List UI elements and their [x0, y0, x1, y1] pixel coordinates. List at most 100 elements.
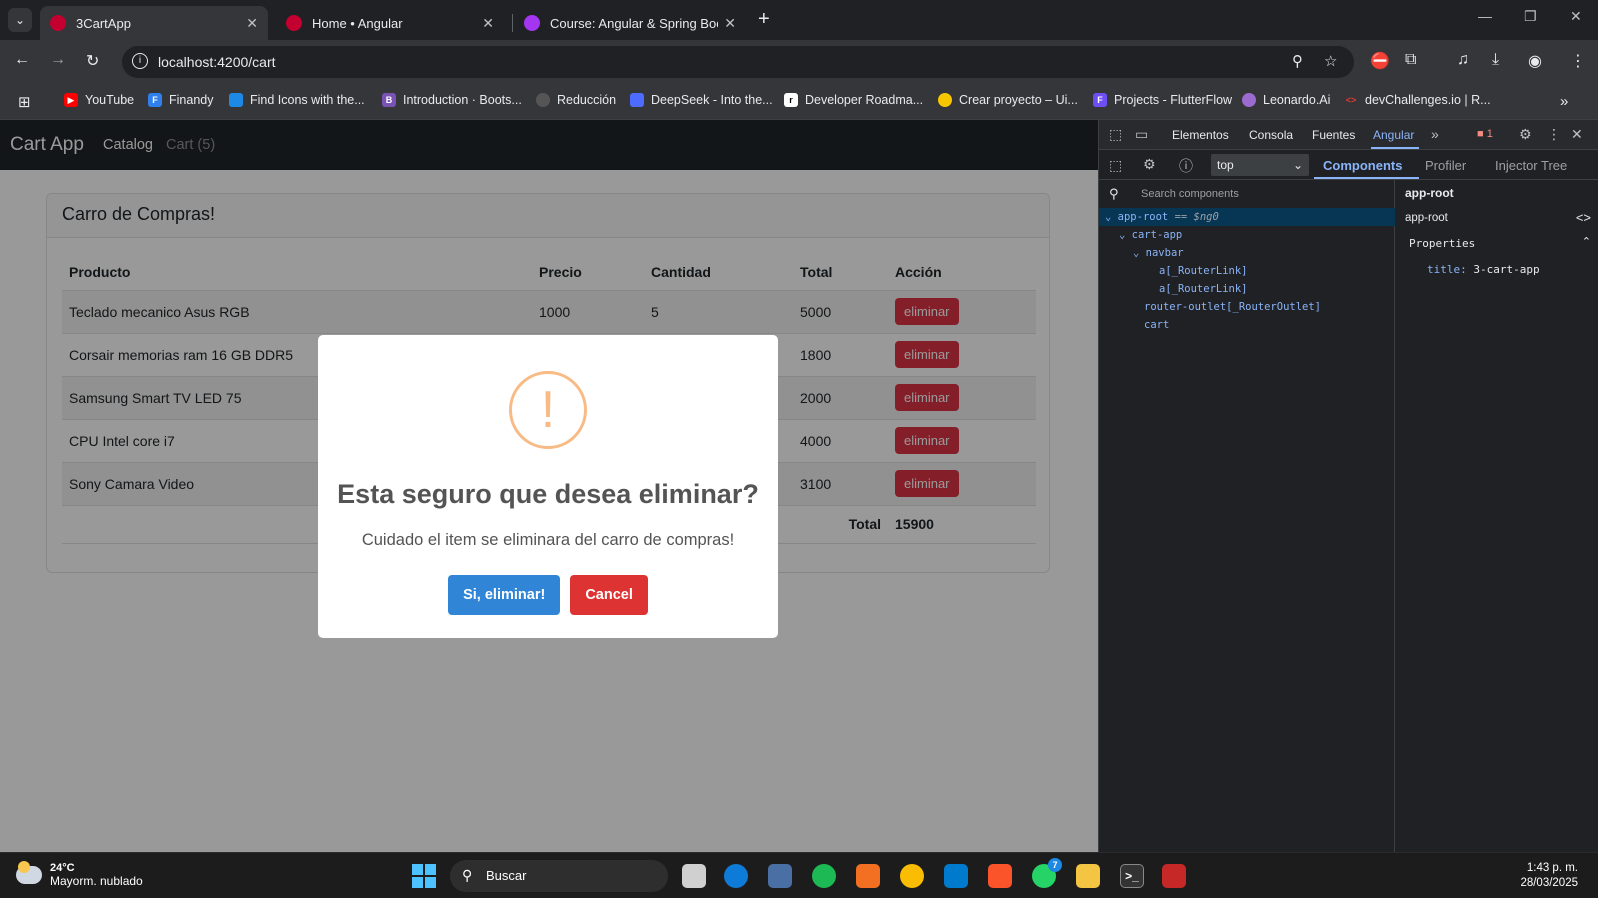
bookmark-reduccion[interactable]: Reducción	[536, 93, 616, 107]
tree-node-cart-app[interactable]: ⌄ cart-app	[1119, 226, 1182, 244]
bookmarks-bar: ⊞ ▶ YouTube F Finandy Find Icons with the.…	[0, 84, 1598, 120]
more-options-icon[interactable]: ⋮	[1547, 126, 1561, 143]
vscode-icon[interactable]	[944, 864, 968, 888]
chevron-down-icon: ⌄	[1292, 158, 1303, 172]
profile-avatar[interactable]: ◉	[1528, 51, 1542, 71]
tab-consola[interactable]: Consola	[1249, 128, 1293, 142]
adblock-icon[interactable]: ⛔	[1370, 51, 1390, 71]
properties-pane: app-root app-root <> Properties ⌃ title:…	[1395, 180, 1598, 852]
search-input[interactable]: Search components	[1141, 188, 1239, 200]
tab-elementos[interactable]: Elementos	[1172, 128, 1229, 142]
minimize-icon[interactable]: —	[1478, 8, 1492, 24]
notification-badge: 7	[1048, 858, 1062, 872]
cancel-button[interactable]: Cancel	[570, 575, 648, 615]
file-explorer-icon[interactable]	[1076, 864, 1100, 888]
extensions-icon[interactable]: ⧉	[1405, 51, 1416, 69]
error-badge[interactable]: ■ 1	[1477, 128, 1493, 140]
tree-node-navbar[interactable]: ⌄ navbar	[1133, 244, 1184, 262]
close-devtools-icon[interactable]: ✕	[1571, 126, 1583, 143]
bookmark-youtube[interactable]: ▶ YouTube	[64, 93, 134, 107]
media-icon[interactable]: ♫	[1457, 51, 1469, 69]
context-select[interactable]: top ⌄	[1211, 154, 1309, 176]
bookmark-crear-proyecto[interactable]: Crear proyecto – Ui...	[938, 93, 1078, 107]
bookmark-flutterflow[interactable]: F Projects - FlutterFlow	[1093, 93, 1232, 107]
menu-icon[interactable]: ⋮	[1570, 51, 1586, 71]
view-source-icon[interactable]: <>	[1576, 210, 1591, 225]
apps-icon[interactable]: ⊞	[18, 93, 31, 111]
bookmark-star-icon[interactable]: ☆	[1324, 52, 1337, 70]
xampp-icon[interactable]	[856, 864, 880, 888]
app-icon[interactable]	[1162, 864, 1186, 888]
settings-icon[interactable]: ⚙	[1519, 126, 1532, 143]
select-component-icon[interactable]: ⬚	[1109, 157, 1122, 174]
search-icon: ⚲	[1109, 186, 1119, 201]
bookmark-find-icons[interactable]: Find Icons with the...	[229, 93, 365, 107]
windows-start-icon[interactable]	[412, 864, 436, 888]
windows-taskbar: 24°C Mayorm. nublado ⚲ Buscar 7 >_ 1:43 …	[0, 852, 1598, 898]
warning-icon: !	[509, 371, 587, 449]
browser-tabstrip: ⌄ 3CartApp ✕ Home • Angular ✕ Course: An…	[0, 0, 1598, 40]
tree-node-cart[interactable]: cart	[1144, 316, 1169, 334]
close-icon[interactable]: ✕	[724, 15, 736, 32]
back-icon[interactable]: ←	[14, 51, 30, 69]
bookmark-roadmap[interactable]: r Developer Roadma...	[784, 93, 923, 107]
confirm-dialog: ! Esta seguro que desea eliminar? Cuidad…	[318, 335, 778, 638]
tab-course[interactable]: Course: Angular & Spring Boot ✕	[514, 6, 746, 40]
active-tab-indicator	[1371, 147, 1419, 149]
property-title[interactable]: title: 3-cart-app	[1427, 263, 1540, 276]
tree-node-routerlink[interactable]: a[_RouterLink]	[1159, 262, 1248, 280]
url-text[interactable]: localhost:4200/cart	[158, 54, 276, 70]
bookmark-devchallenges[interactable]: <> devChallenges.io | R...	[1344, 93, 1491, 107]
tab-injector-tree[interactable]: Injector Tree	[1495, 158, 1567, 173]
youtube-icon: ▶	[64, 93, 78, 107]
bookmark-finandy[interactable]: F Finandy	[148, 93, 213, 107]
brave-icon[interactable]	[988, 864, 1012, 888]
terminal-icon[interactable]: >_	[1120, 864, 1144, 888]
new-tab-button[interactable]: +	[758, 8, 770, 31]
store-icon[interactable]	[768, 864, 792, 888]
spotify-icon[interactable]	[812, 864, 836, 888]
tab-3cartapp[interactable]: 3CartApp ✕	[40, 6, 268, 40]
gear-icon[interactable]: ⚙	[1143, 156, 1156, 173]
edge-icon[interactable]	[724, 864, 748, 888]
bookmark-deepseek[interactable]: DeepSeek - Into the...	[630, 93, 773, 107]
reload-icon[interactable]: ↻	[86, 51, 99, 71]
close-window-icon[interactable]: ✕	[1570, 8, 1582, 25]
tree-node-app-root[interactable]: ⌄ app-root == $ng0	[1099, 208, 1395, 226]
whatsapp-icon[interactable]: 7	[1032, 858, 1062, 888]
tree-node-routerlink[interactable]: a[_RouterLink]	[1159, 280, 1248, 298]
more-tabs-icon[interactable]: »	[1431, 126, 1439, 142]
site-info-icon[interactable]: i	[132, 53, 148, 69]
device-toggle-icon[interactable]: ▭	[1135, 126, 1148, 143]
maximize-icon[interactable]: ❐	[1524, 8, 1537, 25]
tab-angular[interactable]: Angular	[1373, 128, 1414, 142]
address-bar[interactable]: i localhost:4200/cart ⚲ ☆	[122, 46, 1354, 78]
bookmark-bootstrap[interactable]: B Introduction · Boots...	[382, 93, 522, 107]
weather-widget[interactable]: 24°C Mayorm. nublado	[16, 861, 143, 888]
zoom-icon[interactable]: ⚲	[1292, 52, 1303, 70]
close-icon[interactable]: ✕	[246, 15, 258, 32]
more-bookmarks-icon[interactable]: »	[1560, 93, 1568, 110]
chrome-icon[interactable]	[900, 864, 924, 888]
forward-icon[interactable]: →	[50, 51, 66, 69]
tab-home-angular[interactable]: Home • Angular ✕	[276, 6, 504, 40]
system-clock[interactable]: 1:43 p. m. 28/03/2025	[1520, 861, 1578, 891]
properties-section[interactable]: Properties	[1409, 237, 1475, 250]
chevron-up-icon[interactable]: ⌃	[1582, 235, 1591, 248]
tab-fuentes[interactable]: Fuentes	[1312, 128, 1355, 142]
inspect-icon[interactable]: ⬚	[1109, 126, 1122, 143]
component-search[interactable]: ⚲ Search components	[1099, 180, 1395, 208]
devtools-tabs: ⬚ ▭ Elementos Consola Fuentes Angular » …	[1099, 120, 1598, 150]
tab-profiler[interactable]: Profiler	[1425, 158, 1466, 173]
close-icon[interactable]: ✕	[482, 15, 494, 32]
tab-search-icon[interactable]: ⌄	[8, 8, 32, 32]
task-view-icon[interactable]	[682, 864, 706, 888]
tab-components[interactable]: Components	[1323, 158, 1402, 173]
confirm-delete-button[interactable]: Si, eliminar!	[448, 575, 561, 615]
info-icon[interactable]: ⓘ	[1179, 156, 1193, 176]
taskbar-search[interactable]: ⚲ Buscar	[450, 860, 668, 892]
download-icon[interactable]: ⤓	[1492, 51, 1499, 69]
bookmark-leonardo[interactable]: Leonardo.Ai	[1242, 93, 1330, 107]
tree-node-router-outlet[interactable]: router-outlet[_RouterOutlet]	[1144, 298, 1321, 316]
devchallenges-icon: <>	[1345, 95, 1357, 105]
